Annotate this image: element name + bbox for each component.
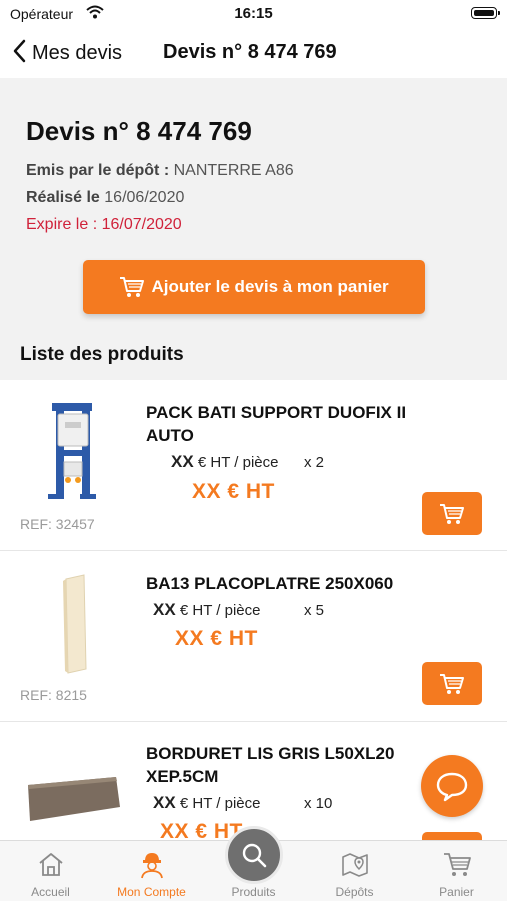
quantity: x 2 (304, 454, 325, 471)
issued-by: Emis par le dépôt : NANTERRE A86 (26, 162, 294, 180)
unit-price-unit: € HT / pièce (179, 795, 261, 812)
tab-accueil[interactable]: Accueil (0, 841, 101, 901)
cart-icon (406, 849, 507, 879)
navigation-bar: Mes devis Devis n° 8 474 769 (0, 28, 507, 78)
product-name: PACK BATI SUPPORT DUOFIX II AUTO (146, 403, 407, 445)
unit-price-value: XX (153, 793, 176, 812)
chat-button[interactable] (421, 755, 483, 817)
battery-icon (471, 7, 500, 19)
tab-label: Dépôts (335, 885, 374, 899)
add-quote-to-cart-button[interactable]: Ajouter le devis à mon panier (83, 260, 425, 314)
product-ref: REF: 32457 (20, 516, 95, 532)
search-button[interactable] (225, 826, 283, 884)
product-ref: REF: 8215 (20, 687, 87, 703)
created-date-value: 16/06/2020 (104, 189, 185, 206)
cart-icon (440, 673, 464, 694)
tab-panier[interactable]: Panier (406, 841, 507, 901)
add-quote-to-cart-label: Ajouter le devis à mon panier (151, 277, 389, 296)
chat-bubble-icon (436, 772, 468, 802)
product-name: BORDURET LIS GRIS L50XL20 XEP.5CM (146, 744, 395, 786)
issued-by-label: Emis par le dépôt : (26, 162, 170, 179)
add-to-cart-button[interactable] (422, 662, 482, 705)
product-row[interactable]: PACK BATI SUPPORT DUOFIX II AUTO XX € HT… (0, 380, 507, 551)
product-list-title: Liste des produits (20, 344, 184, 365)
quote-header: Devis n° 8 474 769 Emis par le dépôt : N… (0, 78, 507, 380)
product-name: BA13 PLACOPLATRE 250X060 (146, 574, 394, 593)
tab-label: Produits (231, 885, 276, 899)
border-stone-image (20, 767, 125, 827)
map-icon (304, 849, 405, 879)
quantity: x 10 (304, 795, 333, 812)
worker-icon (101, 849, 202, 879)
tab-label: Accueil (31, 885, 70, 899)
issued-by-value: NANTERRE A86 (173, 162, 294, 179)
created-date: Réalisé le 16/06/2020 (26, 189, 184, 207)
cart-icon (440, 503, 464, 524)
quote-title: Devis n° 8 474 769 (26, 116, 252, 146)
plasterboard-image (20, 571, 125, 676)
clock: 16:15 (234, 5, 273, 22)
add-to-cart-button[interactable] (422, 492, 482, 535)
unit-price-unit: € HT / pièce (179, 602, 261, 619)
tab-label: Mon Compte (117, 885, 186, 899)
cart-icon (120, 277, 145, 297)
unit-price: XX € HT / pièce (171, 452, 278, 472)
unit-price-value: XX (171, 452, 194, 471)
chevron-left-icon (12, 39, 26, 68)
wc-frame-image (20, 400, 125, 505)
total-price: XX € HT (175, 627, 258, 650)
back-label: Mes devis (32, 41, 123, 64)
back-button[interactable]: Mes devis (12, 38, 122, 68)
nav-title: Devis n° 8 474 769 (163, 41, 337, 63)
product-row[interactable]: BA13 PLACOPLATRE 250X060 XX € HT / pièce… (0, 551, 507, 722)
unit-price: XX € HT / pièce (153, 793, 260, 813)
expiry-date: Expire le : 16/07/2020 (26, 216, 182, 233)
total-price: XX € HT (192, 480, 275, 503)
tab-label: Panier (439, 885, 474, 899)
unit-price-unit: € HT / pièce (197, 454, 279, 471)
quantity: x 5 (304, 602, 325, 619)
unit-price: XX € HT / pièce (153, 600, 260, 620)
add-to-cart-button[interactable] (422, 832, 482, 840)
home-icon (0, 849, 101, 879)
tab-mon-compte[interactable]: Mon Compte (101, 841, 202, 901)
search-icon (242, 843, 267, 868)
status-bar: Opérateur 16:15 (0, 0, 507, 28)
unit-price-value: XX (153, 600, 176, 619)
tab-depots[interactable]: Dépôts (304, 841, 405, 901)
created-date-label: Réalisé le (26, 189, 100, 206)
